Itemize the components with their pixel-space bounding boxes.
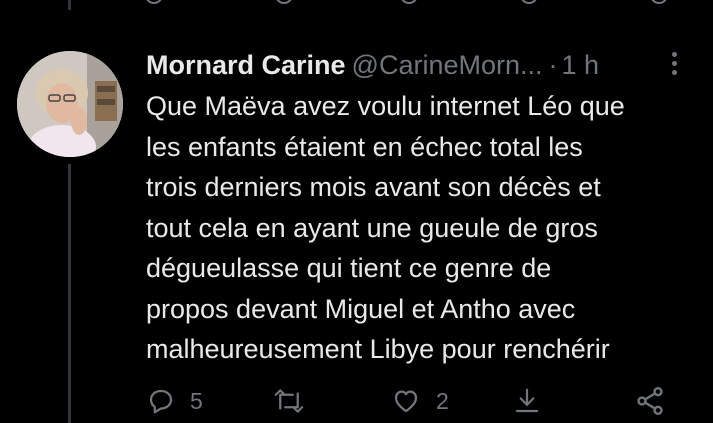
heart-icon	[390, 386, 422, 416]
retweet-button[interactable]	[272, 381, 320, 421]
bookmark-down-icon	[512, 386, 542, 416]
tweet-canvas: Mornard Carine @CarineMorn... · 1 h Que Maë…	[0, 0, 713, 423]
tweet-header: Mornard Carine @CarineMorn... · 1 h	[146, 46, 599, 84]
thread-connector-bottom	[68, 164, 71, 423]
share-icon	[634, 385, 666, 417]
avatar[interactable]	[17, 51, 123, 157]
thread-connector-top	[68, 0, 71, 10]
reply-button[interactable]: 5	[146, 381, 203, 421]
tweet-text: Que Maëva avez voulu internet Léo que le…	[146, 91, 625, 364]
prev-bookmark-icon[interactable]	[520, 0, 538, 4]
tweet-actions: 5 2	[146, 381, 686, 421]
prev-reply-icon[interactable]	[145, 0, 163, 4]
reply-icon	[146, 386, 176, 416]
retweet-icon	[272, 386, 306, 416]
like-button[interactable]: 2	[390, 381, 449, 421]
display-name[interactable]: Mornard Carine	[146, 50, 346, 80]
user-handle[interactable]: @CarineMorn...	[352, 50, 543, 80]
reply-count: 5	[190, 387, 203, 414]
prev-share-icon[interactable]	[650, 0, 668, 4]
separator-dot: ·	[548, 50, 558, 80]
bookmark-button[interactable]	[512, 381, 542, 421]
like-count: 2	[436, 387, 449, 414]
avatar-photo	[17, 51, 123, 157]
more-vertical-icon[interactable]	[664, 52, 684, 78]
timestamp[interactable]: 1 h	[562, 50, 600, 80]
prev-like-icon[interactable]	[400, 0, 418, 4]
prev-retweet-icon[interactable]	[275, 0, 293, 4]
share-button[interactable]	[634, 381, 666, 421]
previous-tweet-actions	[145, 0, 685, 6]
